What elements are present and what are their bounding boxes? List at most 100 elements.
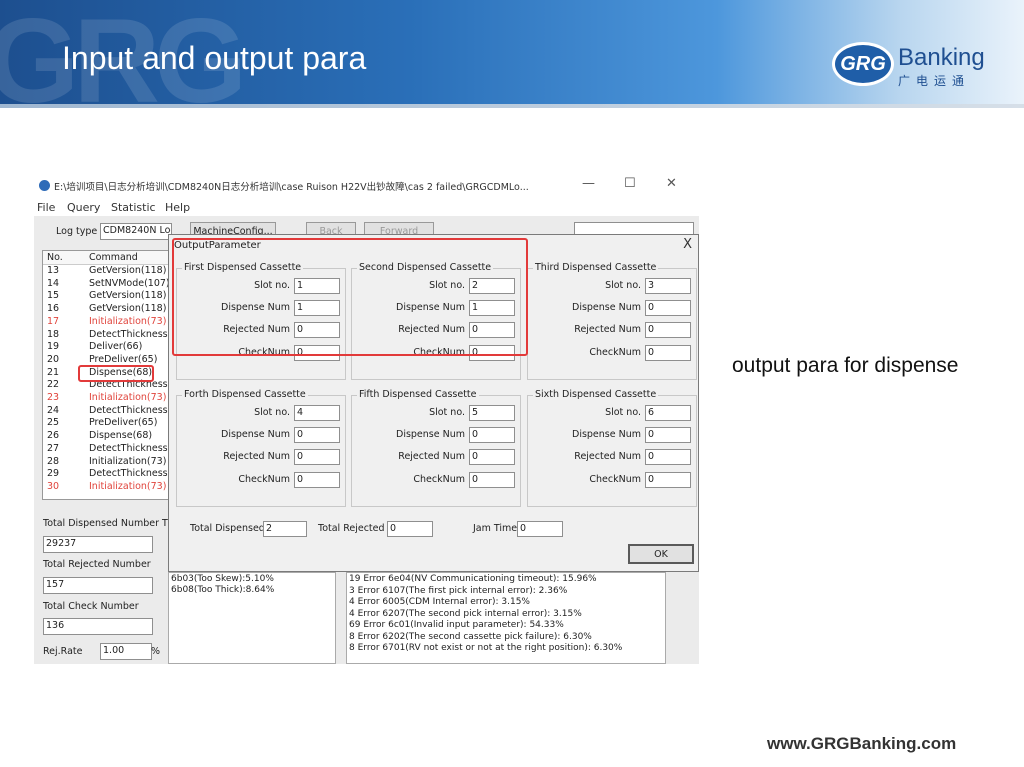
command-row-no: 25: [47, 417, 60, 429]
command-row-command: Initialization(73): [89, 392, 167, 403]
command-row-no: 14: [47, 277, 60, 289]
total-check-field[interactable]: 136: [43, 618, 153, 635]
cassette-field-value[interactable]: 0: [645, 449, 691, 465]
error-line: 3 Error 6107(The first pick internal err…: [349, 585, 568, 596]
error-line: 4 Error 6207(The second pick internal er…: [349, 608, 582, 619]
command-row[interactable]: 19 Deliver(66): [43, 341, 169, 354]
cassette-field-value[interactable]: 0: [294, 427, 340, 443]
cassette-field-value[interactable]: 0: [645, 322, 691, 338]
command-row-command: DetectThickness(9: [89, 468, 170, 480]
command-row-command: DetectThickness(9: [89, 442, 170, 454]
error-line: 19 Error 6e04(NV Communicationing timeou…: [349, 574, 597, 584]
cassette-field-value[interactable]: 0: [294, 449, 340, 465]
command-row[interactable]: 14 SetNVMode(107): [43, 278, 169, 291]
cassette-field-label: Slot no.: [605, 407, 641, 418]
command-row-command: PreDeliver(65): [89, 417, 158, 429]
dialog-total-rejected-label: Total Rejected: [318, 523, 385, 534]
dialog-jam-time-field[interactable]: 0: [517, 521, 563, 537]
error-line: 8 Error 6202(The second cassette pick fa…: [349, 631, 592, 642]
cassette-field-label: Rejected Num: [223, 451, 290, 462]
ok-button[interactable]: OK: [628, 544, 694, 564]
header-divider: [0, 104, 1024, 108]
command-row[interactable]: 15 GetVersion(118): [43, 290, 169, 303]
command-row[interactable]: 30 Initialization(73): [43, 481, 169, 494]
cassette-group: Third Dispensed Cassette Slot no. 3 Dispens…: [527, 262, 697, 380]
menu-file[interactable]: File: [37, 201, 55, 214]
menu-statistic[interactable]: Statistic: [111, 201, 156, 214]
command-row-command: Dispense(68): [89, 430, 153, 442]
error-summary-right: 19 Error 6e04(NV Communicationing timeou…: [346, 572, 666, 664]
total-rejected-field[interactable]: 157: [43, 577, 153, 594]
cassette-field-label: Rejected Num: [574, 451, 641, 462]
dialog-total-dispensed-field[interactable]: 2: [263, 521, 307, 537]
cassette-field-value[interactable]: 0: [469, 427, 515, 443]
rej-rate-field[interactable]: 1.00: [100, 643, 152, 660]
error-line: 6b08(Too Thick):8.64%: [171, 585, 275, 595]
command-row-no: 17: [47, 315, 60, 327]
command-row-no: 28: [47, 455, 60, 467]
dispense-row-highlight: [78, 365, 154, 382]
cassette-group-title: Sixth Dispensed Cassette: [533, 389, 659, 400]
log-type-select[interactable]: CDM8240N Log: [100, 223, 172, 240]
command-row-command: GetVersion(118): [89, 265, 167, 276]
command-row[interactable]: 29 DetectThickness(9: [43, 468, 169, 481]
total-dispensed-field[interactable]: 29237: [43, 536, 153, 553]
output-para-highlight: [172, 238, 528, 356]
column-no: No.: [47, 252, 63, 263]
command-row[interactable]: 26 Dispense(68): [43, 430, 169, 443]
command-row-no: 18: [47, 328, 60, 340]
cassette-field-value[interactable]: 0: [645, 300, 691, 316]
command-row[interactable]: 25 PreDeliver(65): [43, 417, 169, 430]
command-row[interactable]: 24 DetectThickness(9: [43, 405, 169, 418]
command-row[interactable]: 23 Initialization(73): [43, 392, 169, 405]
cassette-field-label: Slot no.: [605, 280, 641, 291]
command-row[interactable]: 18 DetectThickness(9: [43, 329, 169, 342]
command-row[interactable]: 28 Initialization(73): [43, 456, 169, 469]
cassette-field-value[interactable]: 0: [645, 427, 691, 443]
cassette-field-value[interactable]: 0: [645, 345, 691, 361]
cassette-field-value[interactable]: 6: [645, 405, 691, 421]
dialog-total-rejected-field[interactable]: 0: [387, 521, 433, 537]
command-row-no: 30: [47, 480, 60, 492]
minimize-icon[interactable]: —: [582, 176, 595, 191]
menu-help[interactable]: Help: [165, 201, 190, 214]
command-row-no: 26: [47, 430, 60, 442]
error-line: 4 Error 6005(CDM Internal error): 3.15%: [349, 597, 530, 607]
cassette-field-label: Rejected Num: [398, 451, 465, 462]
cassette-field-value[interactable]: 4: [294, 405, 340, 421]
cassette-field-value[interactable]: 0: [294, 472, 340, 488]
dialog-total-dispensed-label: Total Dispensed: [190, 523, 265, 534]
command-row[interactable]: 16 GetVersion(118): [43, 303, 169, 316]
command-row-command: Deliver(66): [89, 341, 143, 353]
maximize-icon[interactable]: ☐: [624, 176, 636, 191]
command-row[interactable]: 13 GetVersion(118): [43, 265, 169, 278]
cassette-field-value[interactable]: 0: [645, 472, 691, 488]
error-line: 6b03(Too Skew):5.10%: [171, 574, 274, 584]
cassette-field-label: CheckNum: [589, 347, 641, 358]
cassette-field-value[interactable]: 5: [469, 405, 515, 421]
logo-subtitle: 广电运通: [898, 74, 971, 88]
cassette-field-label: Dispense Num: [396, 429, 465, 440]
t-label: T: [162, 518, 168, 529]
rej-rate-unit: %: [151, 646, 161, 657]
command-row-no: 13: [47, 265, 60, 276]
command-row-no: 20: [47, 353, 60, 365]
cassette-field-label: Dispense Num: [572, 302, 641, 313]
cassette-group: Fifth Dispensed Cassette Slot no. 5 Dispens…: [351, 389, 521, 507]
app-icon: [39, 180, 50, 191]
close-icon[interactable]: ✕: [666, 176, 677, 191]
dialog-close-icon[interactable]: X: [683, 237, 692, 252]
command-row[interactable]: 27 DetectThickness(9: [43, 443, 169, 456]
cassette-field-value[interactable]: 0: [469, 472, 515, 488]
total-dispensed-label: Total Dispensed Number: [43, 518, 160, 529]
cassette-field-label: Slot no.: [429, 407, 465, 418]
log-type-label: Log type: [56, 226, 98, 237]
cassette-field-label: CheckNum: [238, 474, 290, 485]
window-titlebar: E:\培训项目\日志分析培训\CDM8240N日志分析培训\case Ruiso…: [34, 172, 699, 198]
cassette-field-value[interactable]: 3: [645, 278, 691, 294]
menu-query[interactable]: Query: [67, 201, 100, 214]
command-row[interactable]: 17 Initialization(73): [43, 316, 169, 329]
command-row-command: Initialization(73): [89, 455, 167, 467]
app-screenshot: E:\培训项目\日志分析培训\CDM8240N日志分析培训\case Ruiso…: [34, 172, 699, 664]
cassette-field-value[interactable]: 0: [469, 449, 515, 465]
